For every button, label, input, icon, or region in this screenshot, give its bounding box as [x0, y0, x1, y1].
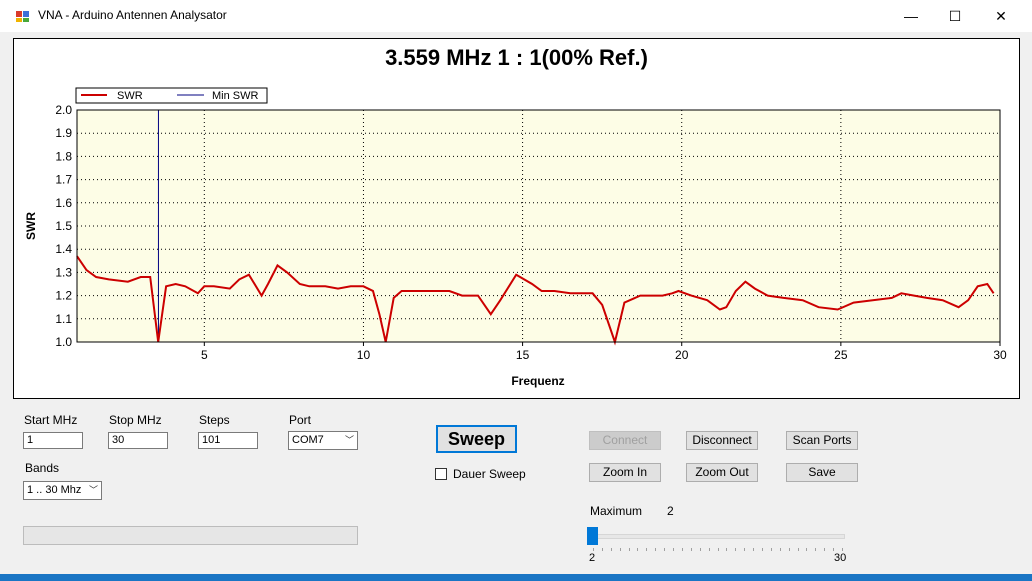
bands-label: Bands: [25, 461, 60, 475]
maximum-value: 2: [667, 504, 674, 518]
y-tick-label: 1.1: [55, 312, 72, 326]
bands-value: 1 .. 30 Mhz: [27, 484, 82, 496]
slider-tick: [593, 548, 594, 551]
slider-tick: [779, 548, 781, 551]
connect-button[interactable]: Connect: [589, 431, 661, 450]
x-axis-label: Frequenz: [511, 374, 564, 388]
taskbar: [0, 574, 1032, 581]
slider-tick: [646, 548, 648, 551]
slider-tick: [619, 548, 621, 551]
x-tick-label: 5: [201, 348, 208, 362]
port-value: COM7: [292, 434, 324, 446]
slider-tick: [744, 548, 746, 551]
steps-label: Steps: [199, 413, 230, 427]
port-select[interactable]: COM7 ﹀: [288, 431, 358, 450]
slider-tick: [637, 548, 639, 551]
slider-tick: [753, 548, 755, 551]
slider-tick: [761, 548, 763, 551]
slider-tick: [815, 548, 817, 551]
y-tick-label: 1.2: [55, 289, 72, 303]
slider-tick: [797, 548, 799, 551]
close-icon: ✕: [995, 8, 1007, 24]
start-mhz-label: Start MHz: [24, 413, 78, 427]
slider-tick: [655, 548, 657, 551]
port-label: Port: [289, 413, 312, 427]
start-mhz-input[interactable]: [23, 432, 83, 449]
slider-tick: [806, 548, 808, 551]
minimize-icon: —: [904, 8, 918, 24]
stop-mhz-label: Stop MHz: [109, 413, 162, 427]
slider-tick: [628, 548, 630, 551]
y-tick-label: 2.0: [55, 103, 72, 117]
disconnect-button[interactable]: Disconnect: [686, 431, 758, 450]
y-axis-label: SWR: [24, 212, 38, 240]
y-tick-label: 1.3: [55, 265, 72, 279]
x-tick-label: 15: [516, 348, 530, 362]
sweep-button[interactable]: Sweep: [436, 425, 517, 453]
scan-ports-button[interactable]: Scan Ports: [786, 431, 858, 450]
y-tick-label: 1.6: [55, 196, 72, 210]
slider-tick: [610, 548, 612, 551]
maximum-slider-thumb[interactable]: [587, 527, 598, 545]
app-icon: [16, 11, 29, 22]
y-tick-label: 1.4: [55, 242, 72, 256]
slider-tick: [842, 548, 843, 551]
zoom-in-button[interactable]: Zoom In: [589, 463, 661, 482]
legend: SWR Min SWR: [75, 87, 268, 104]
y-tick-label: 1.7: [55, 173, 72, 187]
chevron-down-icon: ﹀: [88, 485, 98, 495]
slider-tick: [788, 548, 790, 551]
y-tick-label: 1.5: [55, 219, 72, 233]
slider-tick: [833, 548, 835, 551]
y-tick-label: 1.0: [55, 335, 72, 349]
steps-input[interactable]: [198, 432, 258, 449]
slider-min-label: 2: [589, 552, 596, 564]
maximum-label: Maximum: [590, 504, 643, 518]
slider-max-label: 30: [834, 552, 847, 564]
legend-swr-label: SWR: [117, 90, 143, 102]
title-bar: VNA - Arduino Antennen Analysator — ☐ ✕: [0, 0, 1032, 32]
slider-tick: [681, 548, 683, 551]
dauer-sweep-checkbox[interactable]: [435, 468, 447, 480]
x-tick-label: 30: [993, 348, 1007, 362]
progress-bar: [23, 526, 358, 545]
slider-tick: [770, 548, 772, 551]
slider-tick: [601, 548, 603, 551]
stop-mhz-input[interactable]: [108, 432, 168, 449]
x-tick-label: 25: [834, 348, 848, 362]
x-tick-label: 10: [357, 348, 371, 362]
legend-min-swr-label: Min SWR: [212, 90, 259, 102]
slider-tick: [673, 548, 675, 551]
window-title: VNA - Arduino Antennen Analysator: [38, 8, 227, 22]
chart-panel[interactable]: 3.559 MHz 1 : 1(00% Ref.) 1.0 1.1 1.2 1.3 1.…: [13, 38, 1020, 399]
close-button[interactable]: ✕: [978, 0, 1024, 32]
minimize-button[interactable]: —: [888, 0, 934, 32]
y-tick-label: 1.8: [55, 149, 72, 163]
x-tick-label: 20: [675, 348, 689, 362]
slider-tick: [717, 548, 719, 551]
save-button[interactable]: Save: [786, 463, 858, 482]
maximize-icon: ☐: [948, 8, 962, 24]
slider-tick: [726, 548, 728, 551]
maximum-slider-track[interactable]: [592, 534, 845, 539]
zoom-out-button[interactable]: Zoom Out: [686, 463, 758, 482]
slider-tick: [824, 548, 826, 551]
bands-select[interactable]: 1 .. 30 Mhz ﹀: [23, 481, 102, 500]
slider-tick: [735, 548, 737, 551]
slider-tick: [690, 548, 692, 551]
swr-chart[interactable]: 1.0 1.1 1.2 1.3 1.4 1.5 1.6 1.7 1.8 1.9 2.0 5 10 15 2…: [14, 39, 1019, 398]
slider-tick: [699, 548, 701, 551]
slider-tick: [664, 548, 666, 551]
slider-tick: [708, 548, 710, 551]
dauer-sweep-label: Dauer Sweep: [453, 467, 526, 481]
chevron-down-icon: ﹀: [344, 435, 354, 445]
y-tick-label: 1.9: [55, 126, 72, 140]
maximize-button[interactable]: ☐: [932, 0, 978, 32]
